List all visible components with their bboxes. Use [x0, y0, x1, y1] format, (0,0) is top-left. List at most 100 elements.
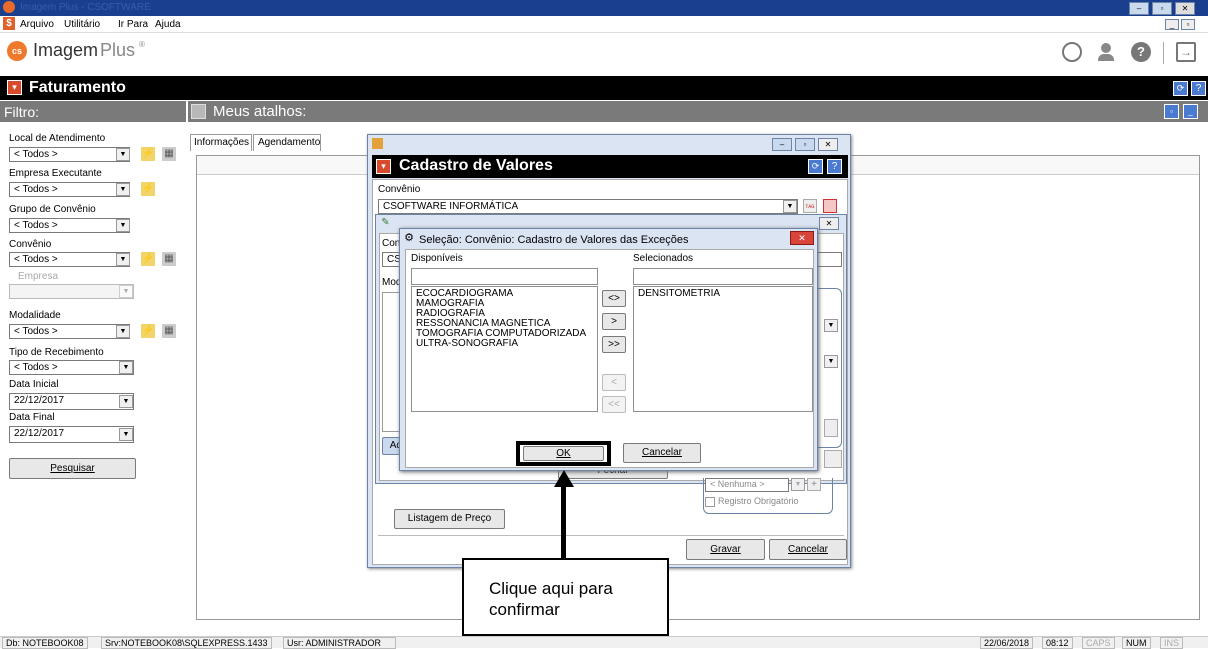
- grupo-label: Grupo de Convênio: [9, 204, 96, 215]
- add-button[interactable]: >: [602, 313, 626, 330]
- empresa-exec-lightning-icon[interactable]: ⚡: [141, 182, 155, 196]
- cadastro-maximize-button[interactable]: ▫: [795, 138, 815, 151]
- local-label: Local de Atendimento: [9, 133, 106, 144]
- help-icon[interactable]: ?: [1131, 42, 1151, 62]
- cadastro-help-icon[interactable]: ?: [827, 159, 842, 174]
- cadastro-app-icon: [372, 138, 383, 149]
- inner-close-button[interactable]: ✕: [819, 217, 839, 230]
- status-ins: INS: [1160, 637, 1184, 649]
- modalidade-grid-icon[interactable]: ▦: [162, 324, 176, 338]
- inner-right-dropdown1[interactable]: ▼: [824, 319, 838, 332]
- tipo-dropdown-icon[interactable]: ▼: [119, 361, 133, 374]
- shortcuts-title: Meus atalhos:: [213, 103, 307, 120]
- local-dropdown-icon[interactable]: ▼: [116, 148, 130, 161]
- grupo-dropdown-icon[interactable]: ▼: [116, 219, 130, 232]
- window-title: Imagem Plus - CSOFTWARE: [20, 2, 151, 13]
- inner-dialog-icon: ✎: [381, 217, 390, 228]
- cadastro-close-button[interactable]: ✕: [818, 138, 838, 151]
- nenhuma-select[interactable]: < Nenhuma >: [705, 478, 789, 492]
- brand-bar: cs Imagem Plus ® ? →: [0, 34, 1208, 75]
- pesquisar-button[interactable]: Pesquisar: [9, 458, 136, 479]
- cadastro-tag-icon[interactable]: ᴛᴀɢ: [803, 199, 817, 213]
- local-lightning-icon[interactable]: ⚡: [141, 147, 155, 161]
- globe-icon[interactable]: [1062, 42, 1082, 62]
- tab-agendamento[interactable]: Agendamento: [253, 134, 321, 151]
- exit-icon[interactable]: →: [1176, 42, 1196, 62]
- cadastro-folder-icon[interactable]: [823, 199, 837, 213]
- divider: [1163, 42, 1164, 64]
- convenio-lightning-icon[interactable]: ⚡: [141, 252, 155, 266]
- grupo-select[interactable]: < Todos >: [9, 218, 130, 233]
- inner-right-dropdown2[interactable]: ▼: [824, 355, 838, 368]
- menu-ajuda[interactable]: Ajuda: [155, 19, 181, 30]
- local-grid-icon[interactable]: ▦: [162, 147, 176, 161]
- list-item[interactable]: DENSITOMETRIA: [638, 289, 808, 299]
- filter-header: Filtro:: [0, 101, 186, 122]
- empresa-exec-select[interactable]: < Todos >: [9, 182, 130, 197]
- data-inicial-dropdown-icon[interactable]: ▼: [119, 395, 133, 408]
- module-help-icon[interactable]: ?: [1191, 81, 1206, 96]
- cadastro-title: Cadastro de Valores: [399, 157, 553, 174]
- menu-ir-para[interactable]: Ir Para: [118, 19, 148, 30]
- disponiveis-label: Disponíveis: [411, 253, 463, 264]
- shortcuts-window-icon[interactable]: ▫: [1164, 104, 1179, 119]
- cadastro-cancelar-button[interactable]: Cancelar: [769, 539, 847, 560]
- modalidade-select[interactable]: < Todos >: [9, 324, 130, 339]
- tab-informacoes[interactable]: Informações: [190, 134, 252, 151]
- list-item[interactable]: ULTRA-SONOGRAFIA: [416, 339, 593, 349]
- shortcuts-header: Meus atalhos: ▫ _: [188, 101, 1208, 122]
- user-icon[interactable]: [1096, 42, 1116, 62]
- child-restore-button[interactable]: ▫: [1181, 19, 1195, 30]
- tipo-select[interactable]: < Todos >: [9, 360, 134, 375]
- brand-name-a: Imagem: [33, 40, 99, 60]
- maximize-button[interactable]: ▫: [1152, 2, 1172, 15]
- modalidade-dropdown-icon[interactable]: ▼: [116, 325, 130, 338]
- disponiveis-search-input[interactable]: [411, 268, 598, 285]
- inner-right-btn[interactable]: [824, 450, 842, 468]
- menu-arquivo[interactable]: Arquivo: [20, 19, 54, 30]
- convenio-dropdown-icon[interactable]: ▼: [116, 253, 130, 266]
- status-date: 22/06/2018: [980, 637, 1034, 649]
- swap-button[interactable]: <>: [602, 290, 626, 307]
- status-bar: Db: NOTEBOOK08 Srv:NOTEBOOK08\SQLEXPRESS…: [0, 636, 1208, 649]
- local-select[interactable]: < Todos >: [9, 147, 130, 162]
- selecao-cancelar-button[interactable]: Cancelar: [623, 443, 701, 463]
- refresh-icon[interactable]: ⟳: [1173, 81, 1188, 96]
- status-time: 08:12: [1042, 637, 1073, 649]
- data-final-dropdown-icon[interactable]: ▼: [119, 428, 133, 441]
- convenio-select[interactable]: < Todos >: [9, 252, 130, 267]
- child-minimize-button[interactable]: _: [1165, 19, 1179, 30]
- remove-button[interactable]: <: [602, 374, 626, 391]
- nenhuma-plus-icon[interactable]: +: [807, 478, 821, 491]
- selecionados-list[interactable]: DENSITOMETRIA: [633, 286, 813, 412]
- cadastro-refresh-icon[interactable]: ⟳: [808, 159, 823, 174]
- data-final-input[interactable]: 22/12/2017: [9, 426, 134, 443]
- empresa-exec-dropdown-icon[interactable]: ▼: [116, 183, 130, 196]
- data-inicial-input[interactable]: 22/12/2017: [9, 393, 134, 410]
- disponiveis-list[interactable]: ECOCARDIOGRAMA MAMOGRAFIA RADIOGRAFIA RE…: [411, 286, 598, 412]
- status-num: NUM: [1122, 637, 1151, 649]
- listagem-button[interactable]: Listagem de Preço: [394, 509, 505, 529]
- shortcuts-min-icon[interactable]: _: [1183, 104, 1198, 119]
- registro-checkbox[interactable]: [705, 497, 715, 507]
- minimize-button[interactable]: –: [1129, 2, 1149, 15]
- selecao-body: Disponíveis ECOCARDIOGRAMA MAMOGRAFIA RA…: [405, 249, 814, 468]
- modalidade-lightning-icon[interactable]: ⚡: [141, 324, 155, 338]
- nenhuma-dropdown-icon[interactable]: ▼: [791, 478, 805, 491]
- menu-utilitario[interactable]: Utilitário: [64, 19, 100, 30]
- module-bar: ▾ Faturamento ⟳ ?: [0, 76, 1208, 100]
- data-final-label: Data Final: [9, 412, 55, 423]
- ok-button[interactable]: OK: [523, 446, 604, 461]
- gravar-button[interactable]: Gravar: [686, 539, 765, 560]
- cadastro-minimize-button[interactable]: –: [772, 138, 792, 151]
- cadastro-convenio-dropdown-icon[interactable]: ▼: [783, 200, 797, 213]
- cadastro-convenio-select[interactable]: CSOFTWARE INFORMÁTICA: [378, 199, 798, 214]
- shortcuts-icon: [191, 104, 206, 119]
- remove-all-button[interactable]: <<: [602, 396, 626, 413]
- selecionados-search-input[interactable]: [633, 268, 813, 285]
- filter-panel: Local de Atendimento < Todos > ▼ ⚡ ▦ Emp…: [0, 122, 186, 627]
- convenio-grid-icon[interactable]: ▦: [162, 252, 176, 266]
- close-button[interactable]: ✕: [1175, 2, 1195, 15]
- add-all-button[interactable]: >>: [602, 336, 626, 353]
- selecao-close-button[interactable]: ✕: [790, 231, 814, 245]
